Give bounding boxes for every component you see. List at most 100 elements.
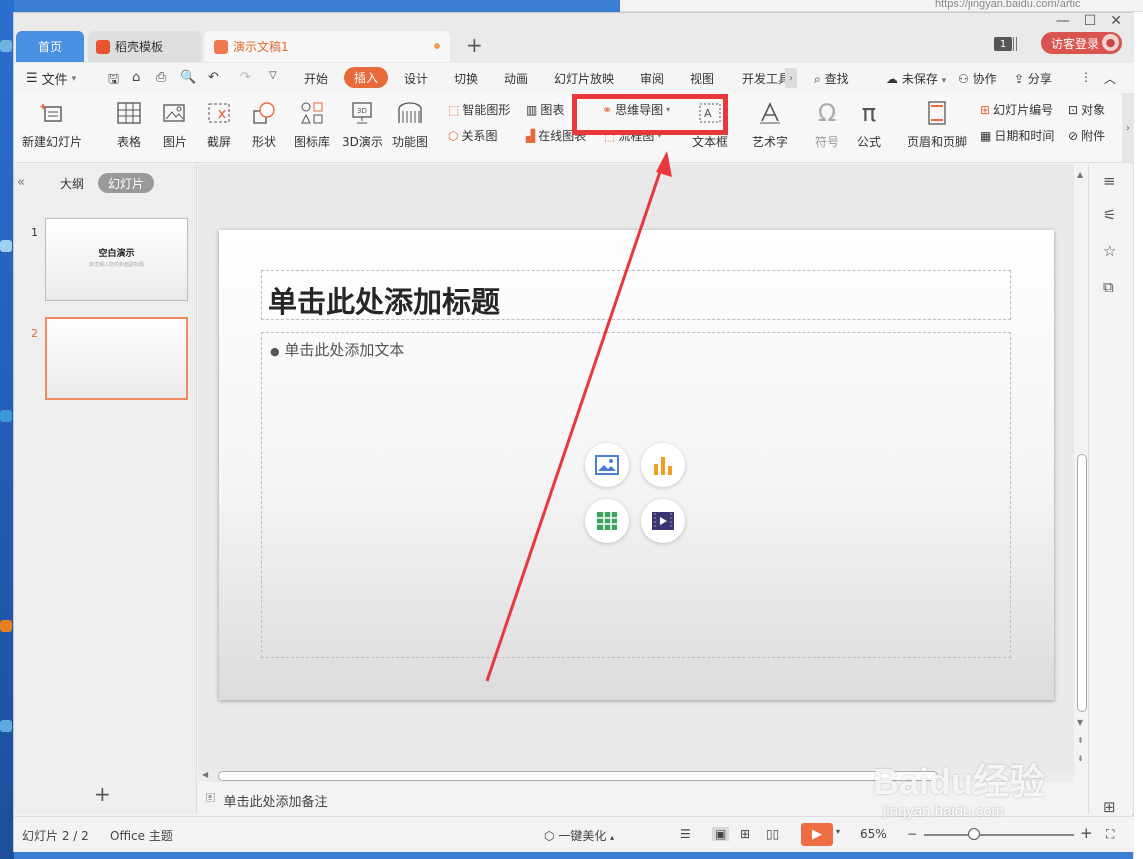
sorter-view-icon[interactable]: ⊞ bbox=[740, 827, 750, 841]
unsaved-button[interactable]: ☁ 未保存 ▾ bbox=[886, 70, 946, 87]
insert-picture-button[interactable] bbox=[585, 443, 629, 487]
formula-button[interactable]: π 公式 bbox=[854, 99, 884, 150]
tab-home[interactable]: 首页 bbox=[16, 31, 84, 62]
collapse-pane-icon[interactable]: « bbox=[17, 175, 25, 190]
visitor-login-button[interactable]: 访客登录 ● bbox=[1041, 32, 1122, 54]
previous-slide-icon[interactable]: ⇞ bbox=[1077, 736, 1084, 745]
minimize-button[interactable]: — bbox=[1056, 13, 1070, 29]
grid-icon[interactable]: ⊞ bbox=[1103, 798, 1116, 816]
menu-lines-icon[interactable]: ≡ bbox=[1103, 172, 1116, 190]
chart-button[interactable]: ▥ 图表 bbox=[526, 101, 564, 118]
browser-url[interactable]: https://jingyan.baidu.com/artic bbox=[935, 0, 1081, 10]
search-button[interactable]: ⌕ 查找 bbox=[814, 70, 849, 87]
ribbon-scroll-right-button[interactable]: › bbox=[1122, 93, 1134, 163]
attachment-button[interactable]: ⊘ 附件 bbox=[1068, 127, 1105, 144]
desktop-app-icon[interactable] bbox=[0, 720, 12, 732]
header-footer-button[interactable]: 页眉和页脚 bbox=[907, 99, 967, 150]
icon-library-button[interactable]: 图标库 bbox=[294, 99, 330, 150]
unsaved-dot-icon bbox=[434, 43, 440, 49]
tab-bar: 首页 稻壳模板 演示文稿1 + — ☐ ✕ 1 访客登录 ● bbox=[14, 13, 1134, 63]
play-options-icon[interactable]: ▾ bbox=[836, 827, 840, 836]
desktop-app-icon[interactable] bbox=[0, 240, 12, 252]
function-chart-button[interactable]: 功能图 bbox=[392, 99, 428, 150]
theme-name[interactable]: Office 主题 bbox=[110, 827, 173, 844]
fit-window-icon[interactable]: ⛶ bbox=[1106, 827, 1114, 842]
3d-demo-button[interactable]: 3D 3D演示 bbox=[342, 99, 383, 150]
window-controls: — ☐ ✕ bbox=[1056, 13, 1122, 29]
menu-more-button[interactable]: › bbox=[785, 68, 797, 88]
menu-start[interactable]: 开始 bbox=[304, 70, 328, 87]
menu-transition[interactable]: 切换 bbox=[454, 70, 478, 87]
desktop-app-icon[interactable] bbox=[0, 410, 12, 422]
normal-view-icon[interactable]: ▣ bbox=[712, 827, 730, 841]
cloud-icon: ☁ bbox=[886, 72, 898, 86]
insert-video-button[interactable] bbox=[641, 499, 685, 543]
date-time-button[interactable]: ▦ 日期和时间 bbox=[980, 127, 1054, 144]
print-icon[interactable]: ⎙ bbox=[156, 70, 166, 85]
tab-document[interactable]: 演示文稿1 bbox=[204, 31, 450, 62]
scroll-down-icon[interactable]: ▼ bbox=[1077, 718, 1083, 727]
window-count-badge[interactable]: 1 bbox=[994, 37, 1012, 51]
slide-thumbnail-1[interactable]: 空白演示 单击输入您的封面副标题 bbox=[45, 218, 188, 301]
maximize-button[interactable]: ☐ bbox=[1084, 13, 1097, 29]
menu-design[interactable]: 设计 bbox=[404, 70, 428, 87]
beautify-button[interactable]: ⬡ 一键美化 ▴ bbox=[544, 827, 614, 844]
reading-view-icon[interactable]: ▯▯ bbox=[766, 827, 779, 841]
title-placeholder[interactable]: 单击此处添加标题 bbox=[261, 270, 1011, 320]
slide-canvas[interactable]: 单击此处添加标题 ● 单击此处添加文本 bbox=[219, 230, 1054, 700]
notes-toggle-icon[interactable]: ☰ bbox=[680, 827, 691, 841]
menu-view[interactable]: 视图 bbox=[690, 70, 714, 87]
collapse-ribbon-icon[interactable]: ︿ bbox=[1104, 70, 1116, 87]
slides-tab[interactable]: 幻灯片 bbox=[98, 173, 154, 193]
picture-button[interactable]: 图片 bbox=[160, 99, 190, 150]
shape-button[interactable]: 形状 bbox=[249, 99, 279, 150]
menu-animation[interactable]: 动画 bbox=[504, 70, 528, 87]
add-tab-button[interactable]: + bbox=[466, 33, 483, 57]
content-placeholder[interactable]: ● 单击此处添加文本 bbox=[261, 332, 1011, 658]
desktop-app-icon[interactable] bbox=[0, 620, 12, 632]
screenshot-button[interactable]: 截屏 bbox=[204, 99, 234, 150]
more-options-icon[interactable]: ⋮ bbox=[1080, 70, 1092, 84]
save-icon[interactable]: 🖫 bbox=[108, 70, 119, 92]
slide-number-button[interactable]: ⊞ 幻灯片编号 bbox=[980, 101, 1053, 118]
scroll-up-icon[interactable]: ▲ bbox=[1077, 170, 1083, 179]
insert-chart-button[interactable] bbox=[641, 443, 685, 487]
relation-chart-button[interactable]: ⬡ 关系图 bbox=[448, 127, 498, 144]
play-icon: ▶ bbox=[812, 827, 822, 842]
undo-icon[interactable]: ↶ bbox=[208, 70, 219, 85]
smart-art-button[interactable]: ⬚ 智能图形 bbox=[448, 101, 510, 118]
customize-quick-access-icon[interactable]: ▽ bbox=[269, 70, 277, 81]
copy-icon[interactable]: ⧉ bbox=[1103, 278, 1114, 296]
symbol-button[interactable]: Ω 符号 bbox=[812, 99, 842, 150]
menu-slideshow[interactable]: 幻灯片放映 bbox=[554, 70, 614, 87]
play-slideshow-button[interactable]: ▶ bbox=[801, 823, 833, 846]
print-preview-icon[interactable]: 🔍 bbox=[180, 70, 196, 85]
redo-icon[interactable]: ↷ bbox=[240, 70, 251, 85]
vertical-scroll-thumb[interactable] bbox=[1077, 454, 1087, 712]
add-slide-button[interactable]: + bbox=[94, 782, 111, 806]
tab-template[interactable]: 稻壳模板 bbox=[88, 31, 201, 62]
star-icon[interactable]: ☆ bbox=[1103, 242, 1116, 260]
collaborate-button[interactable]: ⚇ 协作 bbox=[958, 70, 997, 87]
scroll-left-icon[interactable]: ◀ bbox=[202, 770, 208, 779]
format-painter-icon[interactable]: ⌂ bbox=[132, 70, 140, 85]
wordart-button[interactable]: 艺术字 bbox=[752, 99, 788, 150]
menu-review[interactable]: 审阅 bbox=[640, 70, 664, 87]
object-button[interactable]: ⊡ 对象 bbox=[1068, 101, 1105, 118]
horizontal-scroll-thumb[interactable] bbox=[218, 771, 938, 781]
table-button[interactable]: 表格 bbox=[114, 99, 144, 150]
textbox-button[interactable]: A 文本框 bbox=[692, 99, 728, 150]
desktop-app-icon[interactable] bbox=[0, 40, 12, 52]
outline-tab[interactable]: 大纲 bbox=[60, 175, 84, 192]
menu-insert[interactable]: 插入 bbox=[344, 67, 388, 88]
vertical-scrollbar[interactable]: ▲ ▼ ⇞ ⇟ bbox=[1074, 164, 1088, 770]
new-slide-button[interactable]: 新建幻灯片 bbox=[22, 99, 82, 150]
close-button[interactable]: ✕ bbox=[1110, 13, 1122, 29]
background-page-strip bbox=[1133, 12, 1143, 859]
slide-thumbnail-2[interactable] bbox=[45, 317, 188, 400]
menu-developer[interactable]: 开发工具 bbox=[742, 70, 786, 87]
file-menu[interactable]: ☰ 文件 ▾ bbox=[26, 69, 76, 88]
share-button[interactable]: ⇪ 分享 bbox=[1014, 70, 1052, 87]
insert-table-button[interactable] bbox=[585, 499, 629, 543]
settings-sliders-icon[interactable]: ⚟ bbox=[1103, 206, 1116, 224]
